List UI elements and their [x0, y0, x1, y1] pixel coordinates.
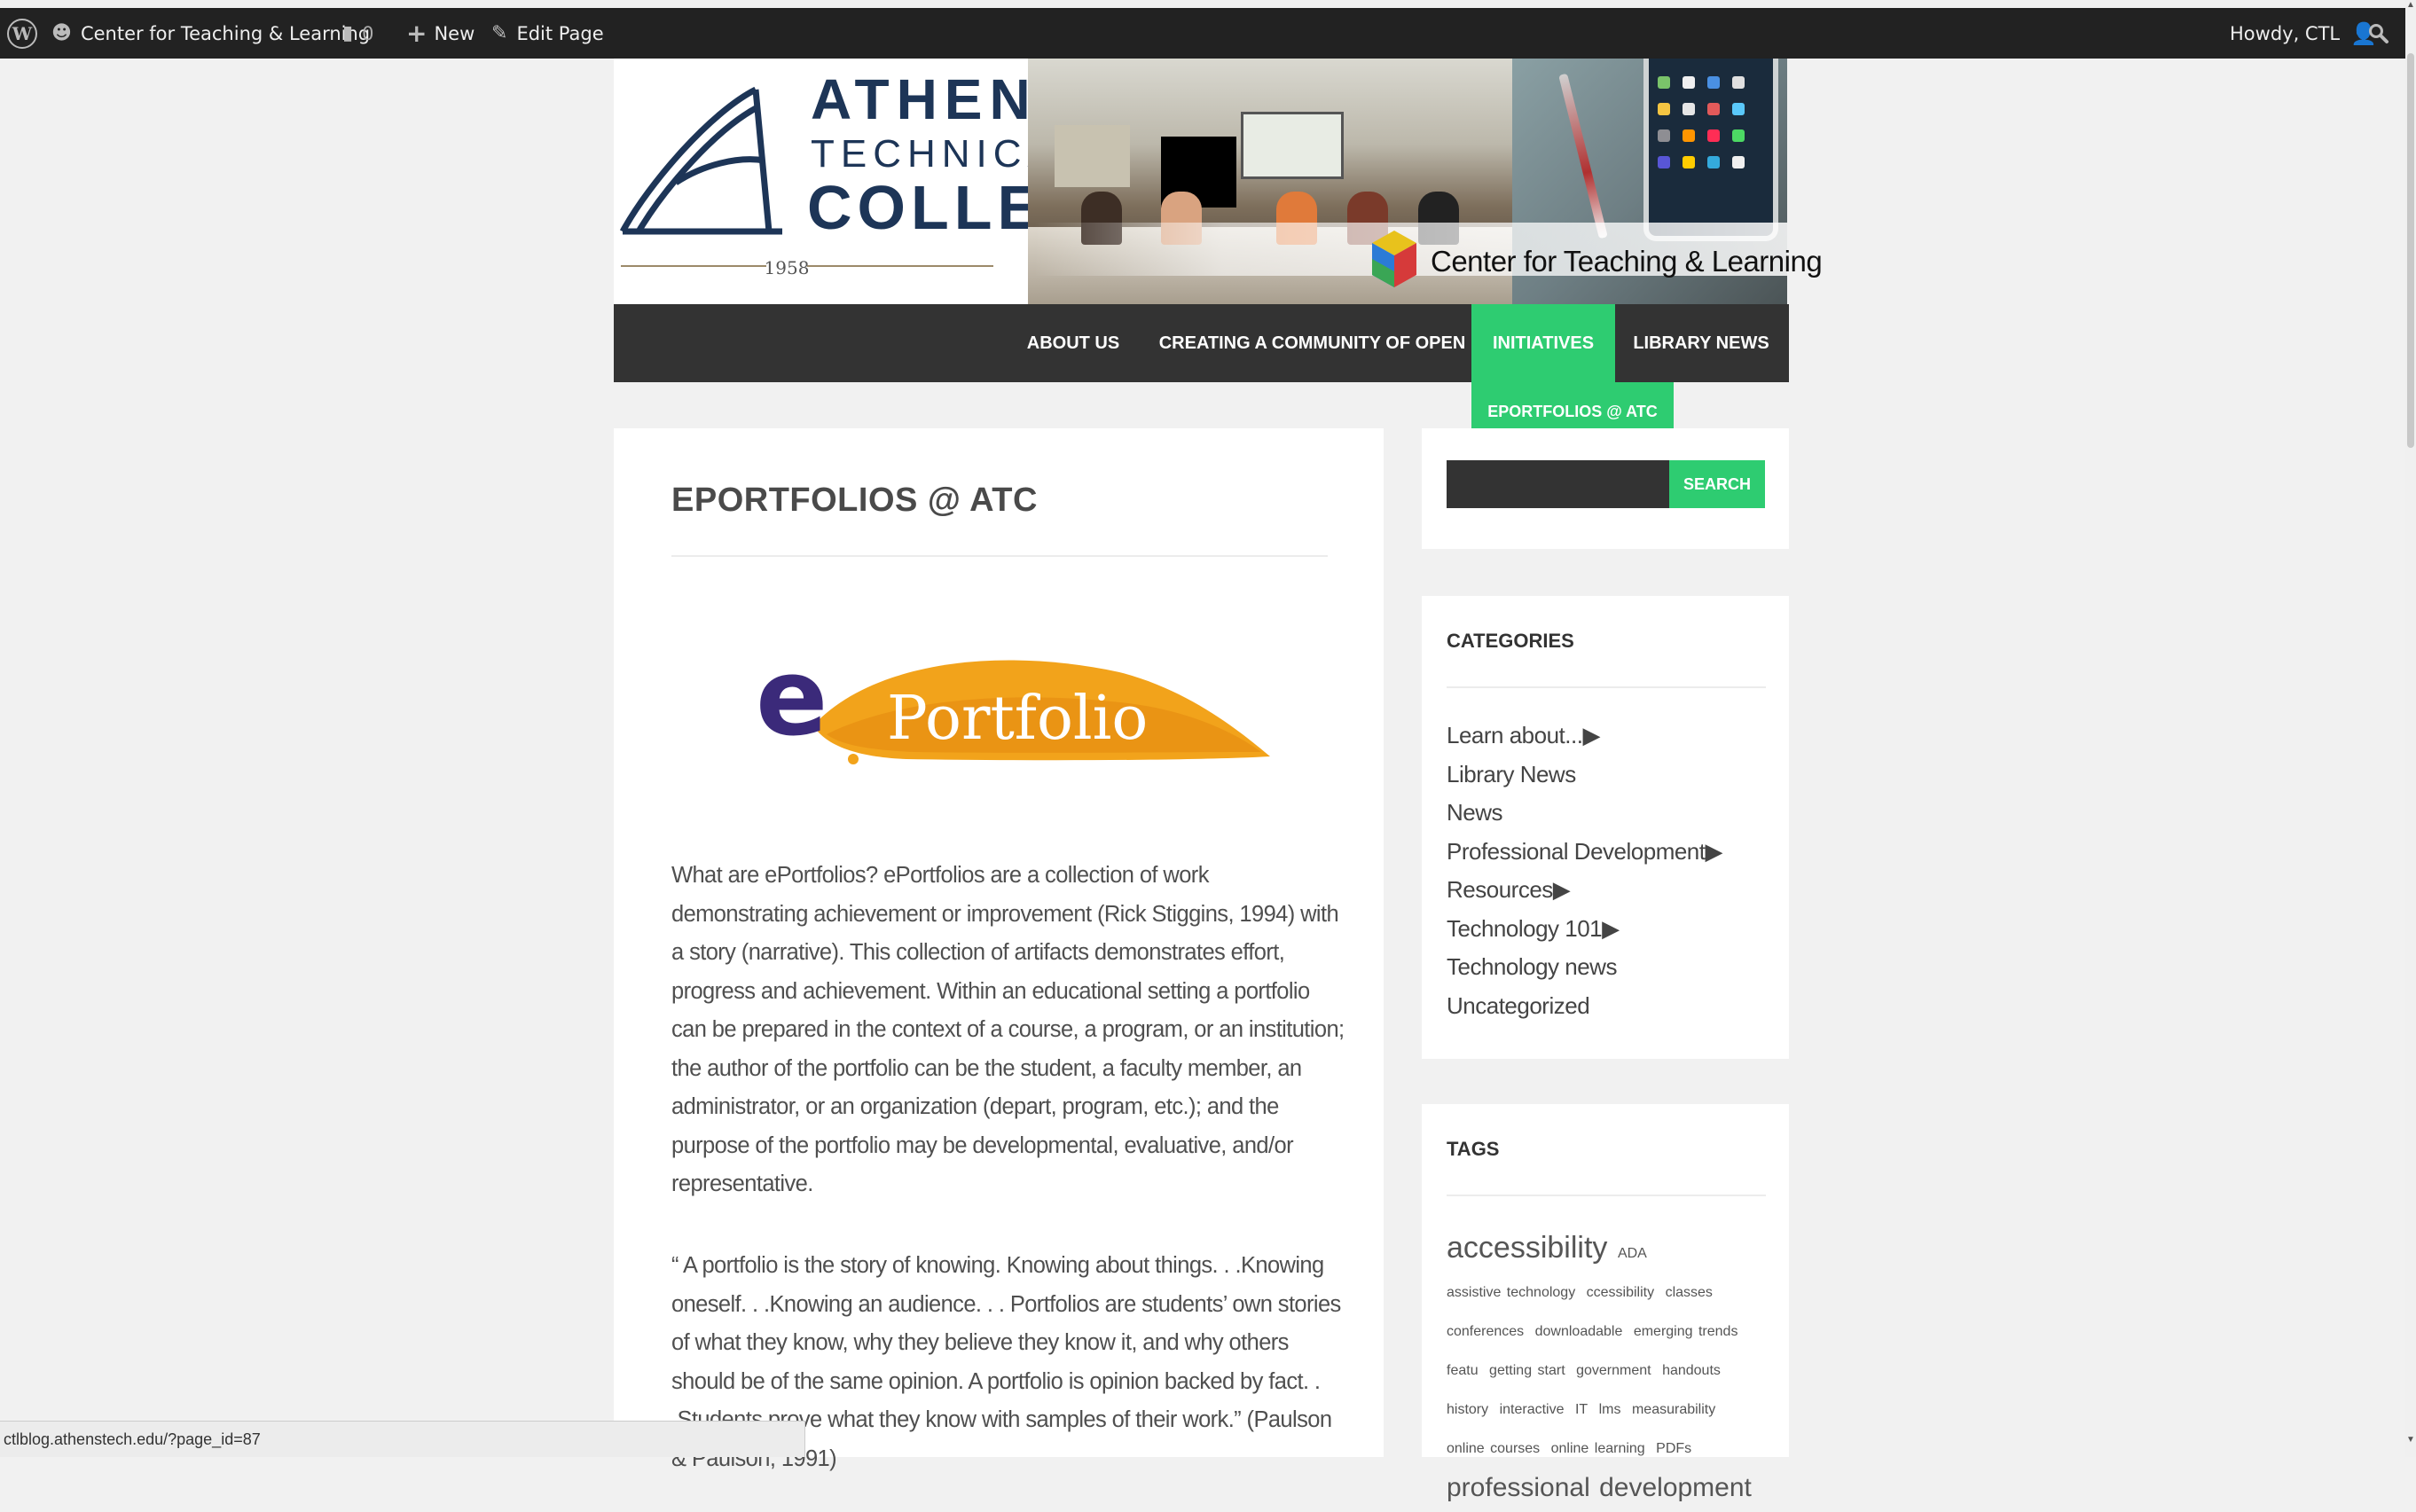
nav-item-creating-a-community-of-open[interactable]: CREATING A COMMUNITY OF OPEN	[1150, 304, 1474, 382]
edit-page-label: Edit Page	[516, 22, 604, 44]
tag-link[interactable]: downloadable	[1535, 1324, 1623, 1339]
scroll-down-arrow-icon[interactable]: ▼	[2405, 1435, 2416, 1445]
tag-link[interactable]: assistive technology	[1447, 1285, 1575, 1300]
tag-link[interactable]: history	[1447, 1402, 1488, 1417]
tag-link[interactable]: conferences	[1447, 1324, 1524, 1339]
site-name-link[interactable]: ☻ Center for Teaching & Learning	[51, 8, 370, 59]
category-link[interactable]: Library News	[1447, 756, 1722, 795]
banner-title: Center for Teaching & Learning	[1431, 245, 1823, 278]
my-account-link[interactable]: Howdy, CTL 👤	[2230, 8, 2377, 59]
search-input[interactable]	[1447, 460, 1671, 508]
dashboard-icon: ☻	[51, 22, 72, 44]
college-name-line2: TECHNICAL	[811, 132, 1028, 176]
tag-link[interactable]: government	[1576, 1363, 1651, 1378]
tag-link[interactable]: online learning	[1551, 1441, 1645, 1456]
category-link[interactable]: Resources▶	[1447, 871, 1722, 910]
tag-cloud: accessibility ADA assistive technology c…	[1447, 1228, 1777, 1512]
browser-status-bar: ctlblog.athenstech.edu/?page_id=87	[0, 1421, 805, 1457]
college-logo[interactable]: ATHENS TECHNICAL COLLEGE 1958	[614, 59, 1139, 304]
site-name-label: Center for Teaching & Learning	[80, 22, 371, 44]
category-link[interactable]: Technology news	[1447, 948, 1722, 987]
page-scrollbar[interactable]: ▲ ▼	[2405, 0, 2416, 1457]
nav-item-about-us[interactable]: ABOUT US	[1011, 304, 1135, 382]
tag-link[interactable]: accessibility	[1447, 1231, 1607, 1265]
tag-link[interactable]: featu	[1447, 1363, 1479, 1378]
scrollbar-thumb[interactable]	[2407, 53, 2414, 448]
status-url: ctlblog.athenstech.edu/?page_id=87	[4, 1430, 261, 1448]
tag-link[interactable]: PDFs	[1656, 1441, 1691, 1456]
comments-link[interactable]: ▮ 0	[342, 8, 373, 59]
new-label: New	[434, 22, 475, 44]
edit-page-button[interactable]: ✎ Edit Page	[491, 8, 604, 59]
tag-link[interactable]: online courses	[1447, 1441, 1540, 1456]
tag-link[interactable]: emerging trends	[1634, 1324, 1738, 1339]
intro-paragraph: What are ePortfolios? ePortfolios are a …	[671, 863, 1345, 1196]
search-button[interactable]: SEARCH	[1669, 460, 1765, 508]
founded-year: 1958	[765, 257, 810, 278]
tag-link[interactable]: measurability	[1632, 1402, 1715, 1417]
nav-item-library-news[interactable]: LIBRARY NEWS	[1621, 304, 1781, 382]
categories-list: Learn about...▶ Library News News Profes…	[1447, 717, 1723, 1026]
new-content-button[interactable]: + New	[406, 8, 475, 59]
ctl-cube-logo-icon	[1372, 231, 1416, 287]
tag-link[interactable]: ADA	[1618, 1246, 1647, 1261]
category-link[interactable]: News	[1447, 794, 1722, 833]
howdy-label: Howdy, CTL	[2230, 22, 2341, 44]
tag-link[interactable]: interactive	[1500, 1402, 1565, 1417]
categories-widget: CATEGORIES Learn about...▶ Library News …	[1422, 596, 1789, 1059]
scroll-up-arrow-icon[interactable]: ▲	[2405, 0, 2416, 11]
tag-link[interactable]: getting start	[1489, 1363, 1565, 1378]
categories-title: CATEGORIES	[1447, 630, 1574, 652]
comment-icon: ▮	[342, 22, 354, 44]
category-link[interactable]: Professional Development▶	[1447, 833, 1723, 872]
pencil-icon: ✎	[491, 22, 508, 44]
category-link[interactable]: Learn about...▶	[1447, 717, 1722, 756]
college-name-line1: ATHENS	[811, 67, 1028, 131]
eportfolio-logo: e Portfolio	[756, 637, 1270, 764]
tag-link[interactable]: professional development	[1447, 1473, 1752, 1502]
wordpress-logo-icon[interactable]: W	[7, 8, 37, 59]
nav-item-initiatives[interactable]: INITIATIVES	[1471, 304, 1615, 382]
eportfolio-logo-letter: e	[756, 637, 828, 760]
search-icon[interactable]	[2368, 8, 2389, 59]
tags-widget: TAGS accessibility ADA assistive technol…	[1422, 1104, 1789, 1502]
search-widget: SEARCH	[1422, 428, 1789, 549]
comments-count: 0	[362, 22, 374, 44]
tag-link[interactable]: handouts	[1662, 1363, 1721, 1378]
tag-link[interactable]: lms	[1599, 1402, 1621, 1417]
tags-title: TAGS	[1447, 1138, 1500, 1160]
college-name-line3: COLLEGE	[807, 173, 1028, 242]
main-navigation: ABOUT US CREATING A COMMUNITY OF OPEN IN…	[614, 304, 1789, 382]
site-header: ATHENS TECHNICAL COLLEGE 1958	[614, 59, 1823, 304]
title-divider	[671, 555, 1328, 557]
tag-link[interactable]: classes	[1666, 1285, 1713, 1300]
tag-link[interactable]: ccessibility	[1587, 1285, 1654, 1300]
category-link[interactable]: Technology 101▶	[1447, 910, 1722, 949]
tag-link[interactable]: IT	[1575, 1402, 1588, 1417]
main-content: EPORTFOLIOS @ ATC e Portfolio What are e…	[614, 428, 1384, 1471]
admin-bar: W ☻ Center for Teaching & Learning ▮ 0 +…	[0, 8, 2405, 59]
category-link[interactable]: Uncategorized	[1447, 987, 1722, 1026]
plus-icon: +	[406, 19, 428, 48]
page-title: EPORTFOLIOS @ ATC	[671, 482, 1038, 519]
eportfolio-logo-word: Portfolio	[887, 684, 1148, 754]
